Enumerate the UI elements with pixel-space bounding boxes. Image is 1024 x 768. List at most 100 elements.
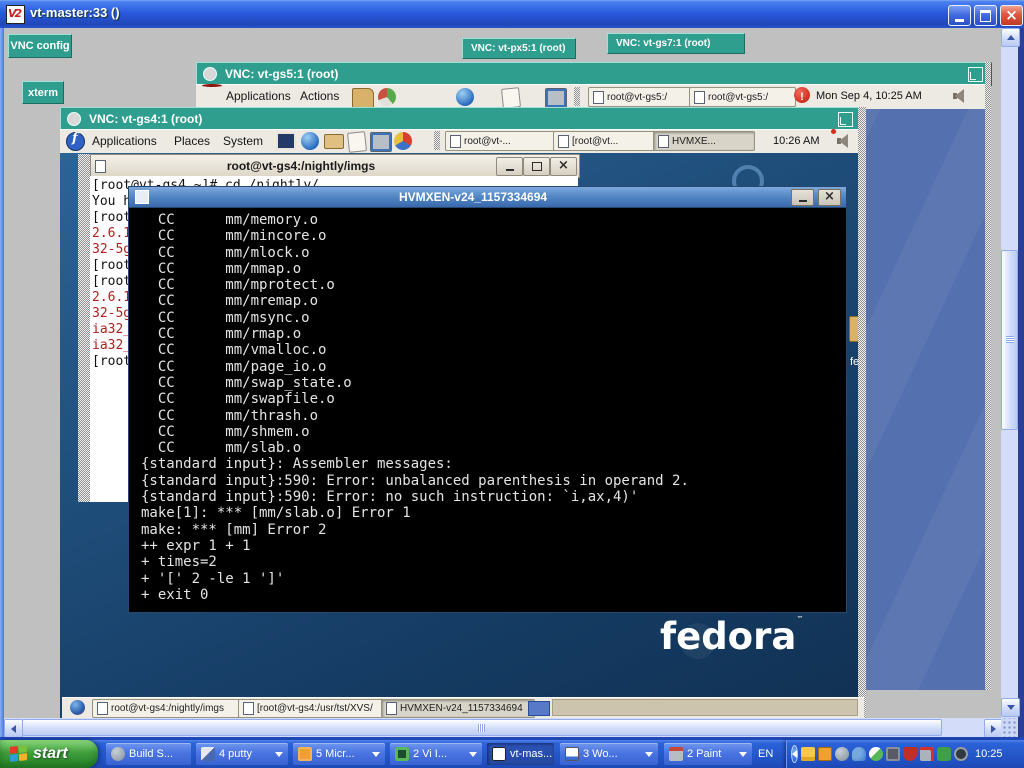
tray-time-sync-icon[interactable]: [954, 747, 968, 761]
gs5-menu-actions[interactable]: Actions: [300, 89, 339, 103]
window-list-button-active[interactable]: HVMXEN-v24_1157334694: [381, 699, 535, 718]
alert-icon[interactable]: [794, 87, 810, 103]
close-button[interactable]: [550, 157, 577, 176]
panel-drag-handle[interactable]: [574, 87, 580, 106]
gs4-task-label: HVMXE...: [672, 136, 716, 147]
fedora-menu-icon[interactable]: [66, 132, 85, 151]
vertical-scrollbar-thumb[interactable]: [1001, 250, 1018, 430]
gs5-menu-applications[interactable]: Applications: [226, 89, 291, 103]
scroll-left-button[interactable]: [4, 719, 23, 738]
window-menu-icon[interactable]: [203, 67, 217, 81]
hvmxen-title: HVMXEN-v24_1157334694: [155, 190, 791, 204]
taskbar-button-label: Build S...: [129, 748, 173, 760]
ball-chart-icon[interactable]: [378, 88, 396, 106]
vnc-gs4-titlebar[interactable]: VNC: vt-gs4:1 (root): [60, 107, 862, 131]
gs4-menu-system[interactable]: System: [223, 134, 263, 148]
resize-grip[interactable]: [1001, 718, 1018, 737]
maximize-icon[interactable]: [968, 67, 983, 82]
folder-icon[interactable]: [352, 88, 374, 108]
gs4-menu-applications[interactable]: Applications: [92, 134, 157, 148]
tray-tablet-icon[interactable]: [886, 747, 900, 761]
mail-launcher-icon[interactable]: [324, 134, 344, 149]
tray-shield-icon[interactable]: [903, 747, 917, 761]
gs5-task-button[interactable]: root@vt-gs5:/: [689, 87, 796, 107]
taskbar-button-label: 2 Paint: [687, 748, 721, 760]
tray-green-app-icon[interactable]: [937, 747, 951, 761]
minimize-button[interactable]: [791, 189, 814, 206]
minimize-button[interactable]: [948, 5, 971, 26]
browser-globe-icon[interactable]: [301, 132, 319, 150]
terminal-line: CC mm/swapfile.o: [141, 391, 846, 407]
minimize-button[interactable]: [496, 157, 523, 176]
vnc-px5-titlebar[interactable]: VNC: vt-px5:1 (root): [462, 38, 576, 59]
maximize-button[interactable]: [974, 5, 997, 26]
tray-clock-icon[interactable]: [818, 747, 832, 761]
window-list-button[interactable]: [root@vt-gs4:/usr/tst/XVS/: [238, 699, 388, 718]
browser-globe-icon[interactable]: [456, 88, 474, 106]
gs5-clock[interactable]: Mon Sep 4, 10:25 AM: [816, 90, 922, 102]
terminal-line: CC mm/slab.o: [141, 440, 846, 456]
taskbar-group-button[interactable]: 5 Micr...: [293, 743, 385, 765]
laptop-launcher-icon[interactable]: [370, 132, 392, 152]
taskbar-button[interactable]: Build S...: [106, 743, 191, 765]
vnc-config-button[interactable]: VNC config: [8, 34, 72, 58]
page-icon: [450, 135, 461, 148]
start-button[interactable]: start: [0, 740, 98, 768]
horizontal-scrollbar-thumb[interactable]: [22, 719, 942, 736]
tray-messenger-icon[interactable]: [869, 747, 883, 761]
scroll-down-button[interactable]: [1001, 698, 1020, 717]
page-icon: [658, 135, 669, 148]
maximize-button[interactable]: [523, 157, 550, 176]
workspace-pager-icon[interactable]: [528, 701, 550, 716]
gs4-menu-places[interactable]: Places: [174, 134, 210, 148]
pie-launcher-icon[interactable]: [394, 132, 412, 150]
terminal-window-icon[interactable]: [135, 190, 149, 204]
wordpad-icon: [565, 747, 579, 761]
scroll-up-button[interactable]: [1001, 28, 1020, 47]
taskbar-group-button[interactable]: 2 Paint: [664, 743, 752, 765]
close-button[interactable]: [818, 189, 841, 206]
close-button[interactable]: [1000, 5, 1023, 26]
maximize-icon[interactable]: [838, 112, 853, 127]
tray-mail-icon[interactable]: [801, 747, 815, 761]
window-list-button[interactable]: root@vt-gs4:/nightly/imgs: [92, 699, 244, 718]
panel-drag-handle[interactable]: [434, 131, 440, 150]
chevron-down-icon: [739, 752, 747, 757]
terminal1-titlebar[interactable]: root@vt-gs4:/nightly/imgs: [90, 154, 580, 178]
hide-tray-chevron-icon[interactable]: [791, 745, 798, 763]
terminal-launcher-icon[interactable]: [276, 132, 296, 150]
document-launcher-icon[interactable]: [501, 87, 521, 109]
app-launcher-icon[interactable]: [70, 700, 85, 715]
gs4-task-button-active[interactable]: HVMXE...: [653, 131, 755, 151]
tray-clock[interactable]: 10:25: [975, 748, 1003, 760]
gs4-task-button[interactable]: [root@vt...: [553, 131, 660, 151]
taskbar-group-button[interactable]: 3 Wo...: [560, 743, 658, 765]
page-icon: [97, 702, 108, 715]
terminal-line: CC mm/mlock.o: [141, 245, 846, 261]
hvmxen-content[interactable]: CC mm/memory.o CC mm/mincore.o CC mm/mlo…: [128, 208, 847, 613]
taskbar-button-active[interactable]: vt-mas...: [487, 743, 554, 765]
mute-indicator: [831, 129, 836, 134]
document-launcher-icon[interactable]: [347, 131, 367, 153]
vnc-gs5-titlebar[interactable]: VNC: vt-gs5:1 (root): [196, 62, 992, 86]
gs4-clock[interactable]: 10:26 AM: [773, 135, 819, 147]
window-menu-icon[interactable]: [67, 112, 81, 126]
tray-m-app-icon[interactable]: [835, 747, 849, 761]
tray-clock-icon: [298, 747, 312, 761]
hvmxen-titlebar[interactable]: HVMXEN-v24_1157334694: [128, 186, 847, 208]
tray-network-icon[interactable]: [920, 747, 934, 761]
language-indicator[interactable]: EN: [758, 740, 773, 768]
xp-window-titlebar[interactable]: vt-master:33 (): [0, 0, 1024, 28]
gs4-task-button[interactable]: root@vt-...: [445, 131, 560, 151]
vnc-gs7-titlebar[interactable]: VNC: vt-gs7:1 (root): [607, 33, 745, 54]
terminal-line: CC mm/rmap.o: [141, 326, 846, 342]
taskbar-group-button[interactable]: 4 putty: [196, 743, 288, 765]
taskbar-button-label: 4 putty: [219, 748, 252, 760]
gs5-task-button[interactable]: root@vt-gs5:/: [588, 87, 695, 107]
tray-users-icon[interactable]: [852, 747, 866, 761]
up-arrow-icon: [1007, 35, 1015, 40]
laptop-launcher-icon[interactable]: [545, 88, 567, 108]
taskbar-group-button[interactable]: 2 Vi I...: [390, 743, 482, 765]
terminal-line: {standard input}: Assembler messages:: [141, 456, 846, 472]
xterm-button[interactable]: xterm: [22, 81, 64, 104]
